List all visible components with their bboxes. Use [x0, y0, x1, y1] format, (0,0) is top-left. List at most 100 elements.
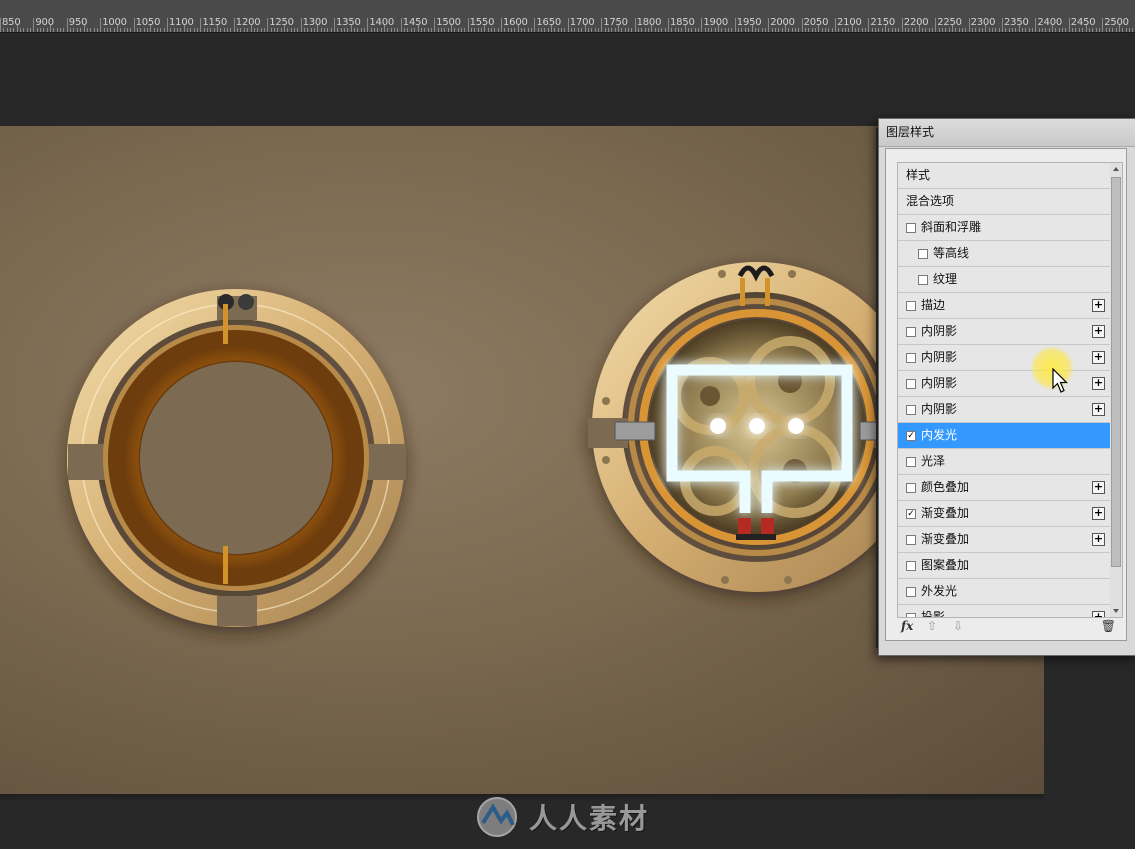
trash-icon[interactable]: 🗑: [1101, 619, 1116, 633]
ruler-tick: [791, 28, 793, 32]
ruler-tick: [1015, 28, 1017, 32]
scroll-up-icon[interactable]: [1113, 167, 1119, 171]
add-instance-icon[interactable]: +: [1092, 325, 1105, 338]
ruler-tick: [684, 25, 686, 32]
style-row[interactable]: 描边 +: [898, 293, 1110, 319]
ruler-tick: [6, 28, 8, 32]
add-instance-icon[interactable]: +: [1092, 403, 1105, 416]
style-checkbox[interactable]: [906, 353, 916, 363]
ruler-tick: [587, 28, 589, 32]
ruler-tick: [70, 28, 72, 32]
ruler-tick: [617, 25, 619, 32]
style-checkbox[interactable]: [918, 249, 928, 259]
ruler-tick: [761, 28, 763, 32]
style-checkbox[interactable]: [906, 561, 916, 571]
style-row[interactable]: 内阴影 +: [898, 371, 1110, 397]
add-instance-icon[interactable]: +: [1092, 533, 1105, 546]
add-instance-icon[interactable]: +: [1092, 507, 1105, 520]
ruler-tick: [210, 28, 212, 32]
style-checkbox[interactable]: [906, 405, 916, 415]
ruler-tick: [93, 28, 95, 32]
style-row[interactable]: 光泽: [898, 449, 1110, 475]
style-row[interactable]: 颜色叠加 +: [898, 475, 1110, 501]
style-row[interactable]: 渐变叠加 +: [898, 527, 1110, 553]
style-checkbox[interactable]: [906, 535, 916, 545]
style-checkbox[interactable]: ✓: [906, 509, 916, 519]
style-row[interactable]: 外发光: [898, 579, 1110, 605]
ruler-tick: [1065, 28, 1067, 32]
ruler-tick: [577, 28, 579, 32]
style-checkbox[interactable]: [906, 587, 916, 597]
move-down-icon[interactable]: ⇩: [953, 619, 963, 633]
ruler-tick: [1025, 28, 1027, 32]
add-instance-icon[interactable]: +: [1092, 481, 1105, 494]
style-row[interactable]: 投影 +: [898, 605, 1110, 617]
ruler-tick: [958, 28, 960, 32]
ruler-tick: [300, 18, 302, 32]
ruler-tick: [310, 28, 312, 32]
ruler-tick: [1032, 28, 1034, 32]
ruler-tick: [334, 18, 335, 32]
ruler-tick: [374, 28, 376, 32]
ruler-tick: [925, 28, 927, 32]
style-checkbox[interactable]: [918, 275, 928, 285]
style-checkbox[interactable]: [906, 327, 916, 337]
ruler-tick: [551, 25, 553, 32]
styles-header[interactable]: 样式: [898, 163, 1110, 189]
ruler-tick: [277, 28, 279, 32]
ruler-tick: [43, 28, 45, 32]
style-row[interactable]: 等高线: [898, 241, 1110, 267]
style-row[interactable]: 图案叠加: [898, 553, 1110, 579]
ruler-tick: [317, 25, 319, 32]
ruler-tick: [177, 28, 179, 32]
style-list-scrollbar[interactable]: [1110, 162, 1123, 618]
ruler-tick: [741, 28, 743, 32]
style-row[interactable]: 斜面和浮雕: [898, 215, 1110, 241]
ruler-tick: [918, 25, 920, 32]
style-row[interactable]: 内阴影 +: [898, 397, 1110, 423]
style-row[interactable]: ✓ 渐变叠加 +: [898, 501, 1110, 527]
ruler-tick: [544, 28, 546, 32]
ruler-tick: [1055, 28, 1057, 32]
style-checkbox[interactable]: ✓: [906, 431, 916, 441]
ruler-tick: [33, 18, 35, 32]
style-checkbox[interactable]: [906, 483, 916, 493]
ruler-tick: [477, 28, 479, 32]
style-checkbox[interactable]: [906, 223, 916, 233]
add-instance-icon[interactable]: +: [1092, 377, 1105, 390]
ruler-tick: [644, 28, 646, 32]
style-checkbox[interactable]: [906, 301, 916, 311]
ruler-tick: [955, 28, 957, 32]
style-checkbox[interactable]: [906, 457, 916, 467]
ruler-label: 1400: [369, 17, 395, 28]
ruler-tick: [1075, 28, 1077, 32]
add-instance-icon[interactable]: +: [1092, 351, 1105, 364]
ruler-tick: [3, 28, 5, 32]
style-row[interactable]: 纹理: [898, 267, 1110, 293]
ruler-tick: [751, 25, 753, 32]
ruler-tick: [788, 28, 790, 32]
horizontal-ruler[interactable]: 850 900 950 1000 1050 1100 1150 1200 1250 1300 135…: [0, 0, 1135, 33]
ruler-tick: [688, 28, 690, 32]
ruler-tick: [594, 28, 596, 32]
move-up-icon[interactable]: ⇧: [927, 619, 937, 633]
ruler-tick: [951, 25, 953, 32]
ruler-tick: [410, 28, 412, 32]
style-row[interactable]: 内阴影 +: [898, 345, 1110, 371]
style-row[interactable]: 内阴影 +: [898, 319, 1110, 345]
ruler-tick: [611, 28, 613, 32]
ruler-tick: [808, 28, 810, 32]
fx-icon[interactable]: fx: [901, 619, 913, 633]
ruler-tick: [607, 28, 609, 32]
ruler-tick: [915, 28, 917, 32]
add-instance-icon[interactable]: +: [1092, 611, 1105, 617]
scroll-thumb[interactable]: [1111, 177, 1121, 567]
ruler-tick: [671, 28, 673, 32]
blending-options-row[interactable]: 混合选项: [898, 189, 1110, 215]
scroll-down-icon[interactable]: [1113, 609, 1119, 613]
style-row[interactable]: ✓ 内发光: [898, 423, 1110, 449]
add-instance-icon[interactable]: +: [1092, 299, 1105, 312]
dialog-title[interactable]: 图层样式: [879, 119, 1135, 147]
ruler-tick: [56, 28, 58, 32]
style-checkbox[interactable]: [906, 379, 916, 389]
